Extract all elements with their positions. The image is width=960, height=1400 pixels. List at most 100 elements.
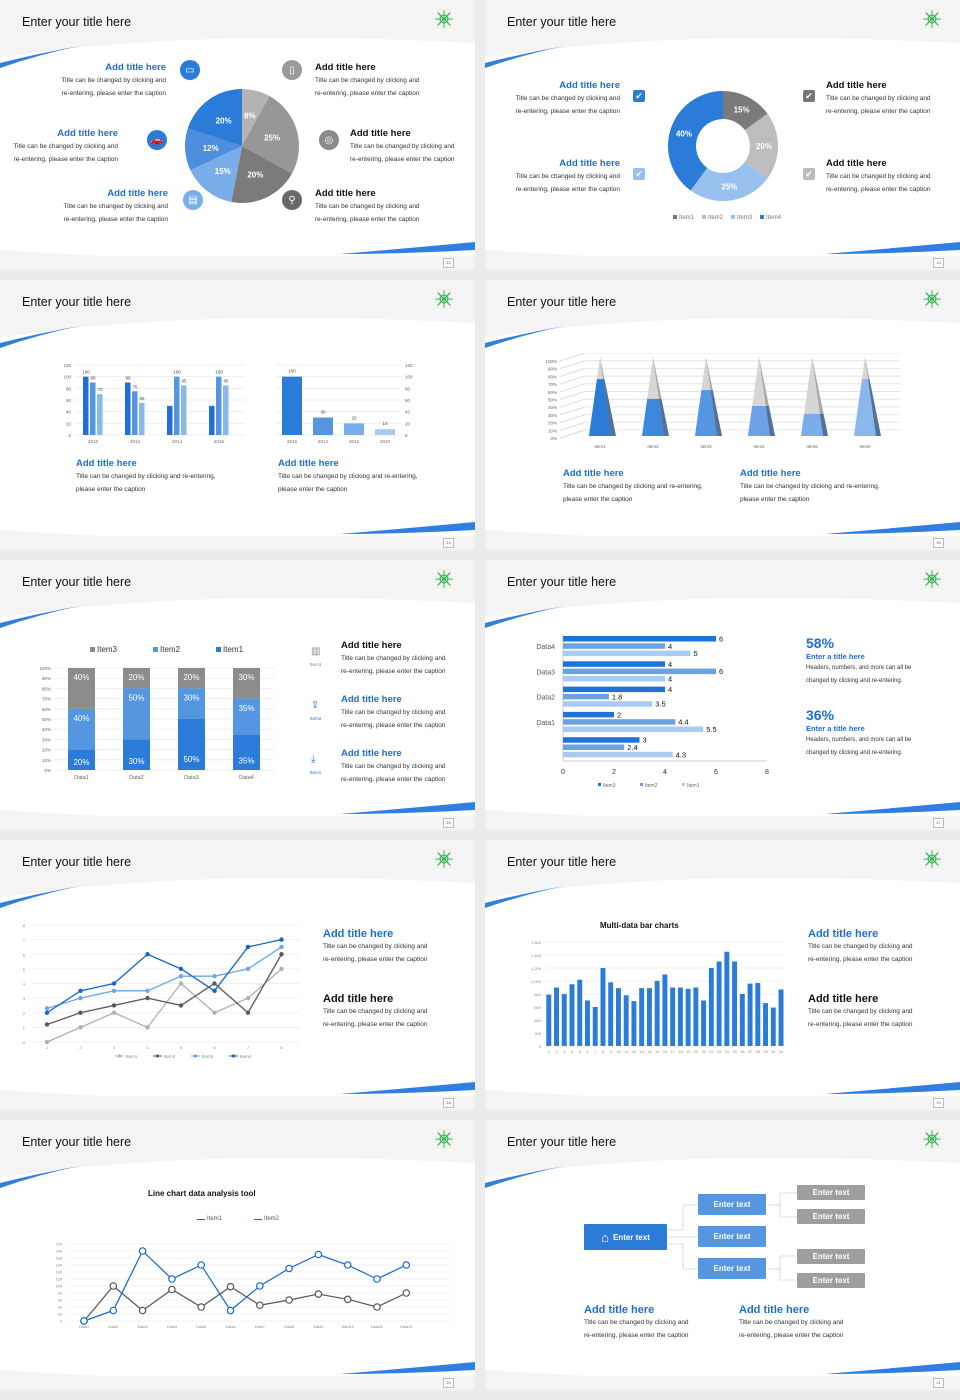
data-point[interactable] bbox=[226, 1282, 235, 1291]
block-caption-line1[interactable]: Title can be changed by clicking and bbox=[505, 92, 620, 105]
block-caption-line2[interactable]: re-entering, please enter the caption bbox=[18, 87, 166, 100]
block-caption-line2[interactable]: re-entering, please enter the caption bbox=[18, 213, 168, 226]
data-point[interactable] bbox=[44, 1010, 50, 1015]
data-point[interactable] bbox=[285, 1296, 293, 1304]
series-line[interactable] bbox=[83, 1285, 407, 1322]
block-caption-line1[interactable]: Title can be changed by clicking and re-… bbox=[76, 470, 216, 483]
data-point[interactable] bbox=[245, 966, 251, 972]
bar[interactable] bbox=[90, 382, 96, 436]
bar[interactable] bbox=[174, 376, 180, 435]
block-caption-line2[interactable]: re-entering, please enter the caption bbox=[323, 953, 473, 966]
bar[interactable] bbox=[563, 744, 625, 751]
block-caption-line2[interactable]: please enter the caption bbox=[740, 493, 809, 506]
bar[interactable] bbox=[677, 987, 683, 1047]
bar[interactable] bbox=[216, 376, 222, 435]
block-title[interactable]: Add title here bbox=[739, 1304, 879, 1316]
bar[interactable] bbox=[585, 1000, 590, 1047]
bar[interactable] bbox=[685, 988, 691, 1046]
block-caption-line1[interactable]: Title can be changed by clicking and bbox=[18, 74, 166, 87]
block-caption-line2[interactable]: please enter the caption bbox=[563, 493, 632, 506]
flow-mid-node[interactable]: Enter text bbox=[698, 1226, 766, 1247]
bar[interactable] bbox=[631, 1001, 637, 1046]
data-point[interactable] bbox=[138, 1247, 147, 1255]
block-caption-line2[interactable]: re-entering, please enter the caption bbox=[808, 953, 958, 966]
bar[interactable] bbox=[608, 982, 614, 1046]
block-caption-line1[interactable]: Title can be changed by clicking and bbox=[0, 140, 118, 153]
block-title[interactable]: Add title here bbox=[278, 458, 339, 469]
slide-thumbnail[interactable]: Enter your title here 14 0 20 40 60 80 100 120 10… bbox=[0, 280, 475, 550]
slide-title[interactable]: Enter your title here bbox=[22, 575, 131, 589]
block-caption-line1[interactable]: Title can be changed by clicking and re-… bbox=[740, 480, 880, 493]
block-title[interactable]: Add title here bbox=[584, 1304, 724, 1316]
bar[interactable] bbox=[615, 988, 621, 1046]
block-title[interactable]: Add title here bbox=[341, 640, 456, 651]
bar[interactable] bbox=[716, 961, 722, 1047]
data-point[interactable] bbox=[78, 1010, 83, 1015]
bar[interactable] bbox=[623, 995, 629, 1046]
bar[interactable] bbox=[724, 951, 730, 1046]
block-title[interactable]: Add title here bbox=[808, 928, 958, 940]
block-title[interactable]: Add title here bbox=[315, 62, 475, 73]
block-caption-line1[interactable]: Title can be changed by clicking and bbox=[323, 1005, 473, 1018]
bar[interactable] bbox=[563, 751, 673, 758]
slide-title[interactable]: Enter your title here bbox=[507, 855, 616, 869]
block-caption-line1[interactable]: Title can be changed by clicking and bbox=[826, 92, 941, 105]
bar[interactable] bbox=[708, 968, 714, 1046]
data-point[interactable] bbox=[44, 1006, 50, 1011]
slide-thumbnail[interactable]: Enter your title here 15 0% 10% 20% 30% 40% 50%… bbox=[485, 280, 960, 550]
flow-leaf-node[interactable]: Enter text bbox=[797, 1273, 865, 1288]
block-title[interactable]: Add title here bbox=[323, 928, 473, 940]
data-point[interactable] bbox=[197, 1303, 206, 1311]
slide-title[interactable]: Enter your title here bbox=[22, 855, 131, 869]
bar[interactable] bbox=[554, 987, 559, 1047]
data-point[interactable] bbox=[212, 988, 217, 994]
block-caption-line1[interactable]: Title can be changed by clicking and bbox=[315, 200, 475, 213]
block-caption-line1[interactable]: Title can be changed by clicking and bbox=[341, 706, 456, 719]
bar[interactable] bbox=[561, 994, 567, 1046]
block-caption-line1[interactable]: Title can be changed by clicking and bbox=[18, 200, 168, 213]
bar[interactable] bbox=[563, 701, 653, 707]
bar[interactable] bbox=[563, 668, 716, 675]
data-point[interactable] bbox=[279, 937, 284, 942]
bar[interactable] bbox=[139, 402, 145, 435]
block-caption-line2[interactable]: re-entering, please enter the caption bbox=[341, 719, 456, 732]
bar[interactable] bbox=[209, 405, 215, 435]
block-caption-line1[interactable]: Title can be changed by clicking and bbox=[826, 170, 941, 183]
block-title[interactable]: Add title here bbox=[18, 62, 166, 73]
bar[interactable] bbox=[97, 394, 103, 435]
block-title[interactable]: Add title here bbox=[505, 80, 620, 91]
data-point[interactable] bbox=[138, 1306, 147, 1315]
slide-thumbnail[interactable]: Enter your title here 21 ⌂ Enter text Enter … bbox=[485, 1120, 960, 1390]
block-caption-line2[interactable]: re-entering, please enter the caption bbox=[315, 213, 475, 226]
bar[interactable] bbox=[670, 987, 676, 1047]
block-caption-line1[interactable]: Title can be changed by clicking and bbox=[584, 1316, 724, 1329]
stat-value[interactable]: 36% bbox=[806, 707, 834, 723]
stat-value[interactable]: 58% bbox=[806, 635, 834, 651]
bar[interactable] bbox=[755, 982, 761, 1046]
data-point[interactable] bbox=[373, 1303, 381, 1311]
bar[interactable] bbox=[592, 1007, 598, 1046]
block-caption-line1[interactable]: Title can be changed by clicking and bbox=[341, 652, 456, 665]
slide-title[interactable]: Enter your title here bbox=[507, 15, 616, 29]
bar[interactable] bbox=[125, 382, 131, 436]
bar[interactable] bbox=[563, 711, 614, 718]
data-point[interactable] bbox=[402, 1261, 411, 1269]
block-caption-line2[interactable]: please enter the caption bbox=[76, 483, 145, 496]
data-point[interactable] bbox=[256, 1282, 264, 1290]
block-title[interactable]: Add title here bbox=[341, 748, 456, 759]
block-title[interactable]: Add title here bbox=[315, 188, 475, 199]
slide-thumbnail[interactable]: Enter your title here 19 Multi-data bar ch… bbox=[485, 840, 960, 1110]
block-caption-line1[interactable]: Title can be changed by clicking and bbox=[323, 940, 473, 953]
block-caption-line2[interactable]: re-entering, please enter the caption bbox=[505, 183, 620, 196]
data-point[interactable] bbox=[178, 981, 184, 986]
checkbox-icon[interactable]: ✔ bbox=[803, 90, 815, 102]
checkbox-icon[interactable]: ✔ bbox=[633, 90, 645, 102]
block-caption-line1[interactable]: Title can be changed by clicking and re-… bbox=[563, 480, 703, 493]
data-point[interactable] bbox=[168, 1275, 176, 1283]
slide-thumbnail[interactable]: Enter your title here 17 6 4 5 Data4 4 6 4 Data3 4… bbox=[485, 560, 960, 830]
block-caption-line1[interactable]: Title can be changed by clicking and bbox=[808, 940, 958, 953]
flow-mid-node[interactable]: Enter text bbox=[698, 1194, 766, 1215]
bar[interactable] bbox=[563, 737, 640, 743]
block-caption-line2[interactable]: re-entering, please enter the caption bbox=[826, 105, 941, 118]
data-point[interactable] bbox=[178, 1003, 184, 1008]
